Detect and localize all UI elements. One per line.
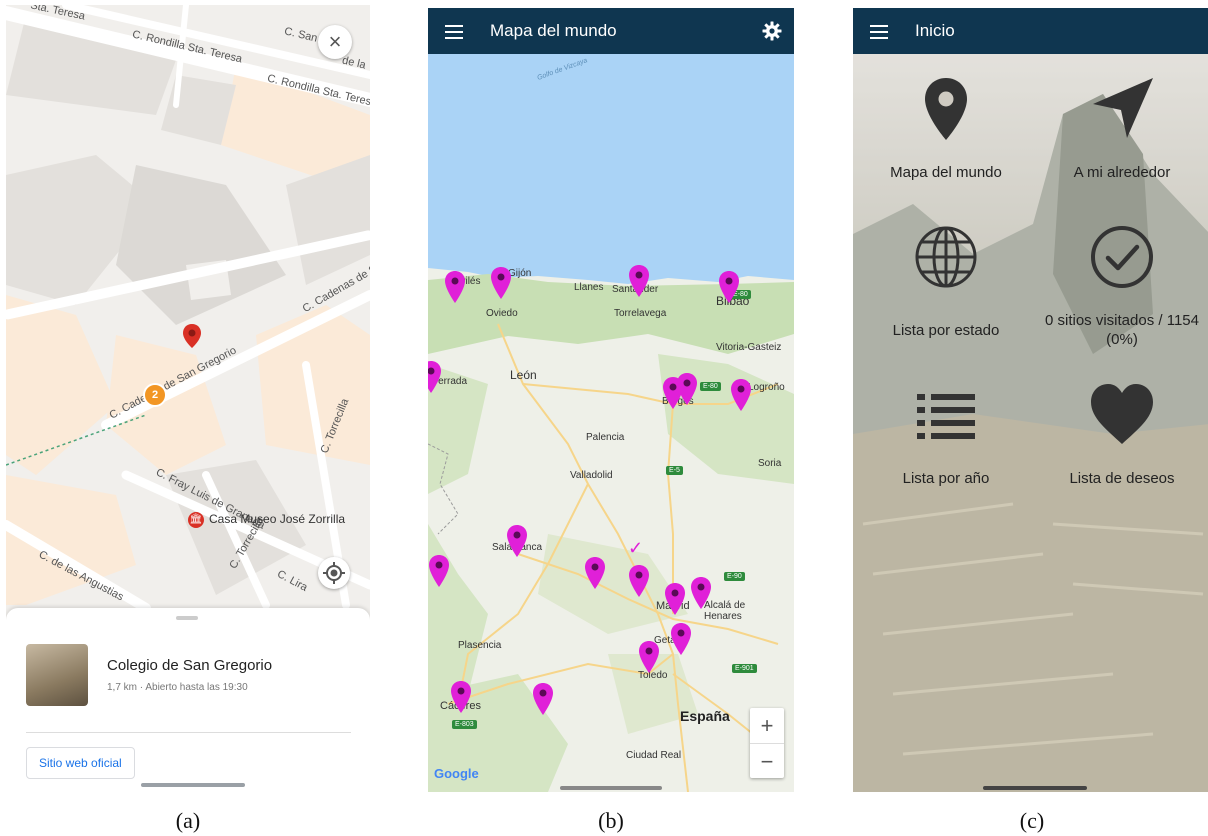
- zoom-out-button[interactable]: −: [750, 744, 784, 779]
- tile-label: A mi alrededor: [1073, 164, 1171, 181]
- place-details: 1,7 km · Abierto hasta las 19:30: [107, 682, 248, 693]
- zoom-controls: + −: [750, 708, 784, 778]
- tile-around-me[interactable]: A mi alrededor: [1033, 74, 1208, 182]
- my-location-button[interactable]: [318, 557, 350, 589]
- gear-icon[interactable]: [762, 21, 782, 41]
- sheet-drag-handle[interactable]: [176, 616, 198, 620]
- map-marker-icon[interactable]: [532, 682, 554, 716]
- tile-wishlist[interactable]: Lista de deseos: [1033, 380, 1208, 488]
- city-label: Palencia: [586, 432, 625, 443]
- map-marker-icon[interactable]: [690, 576, 712, 610]
- world-map-screen: Golfo de Vizcaya Avilés Gijón Llanes San…: [428, 8, 794, 792]
- map-marker-icon[interactable]: [444, 270, 466, 304]
- globe-icon: [915, 226, 977, 288]
- map-marker-icon[interactable]: [584, 556, 606, 590]
- city-label: Torrelavega: [614, 308, 667, 319]
- caption-c: (c): [1019, 808, 1045, 833]
- road-shield: E-90: [724, 572, 745, 581]
- place-thumbnail[interactable]: [26, 644, 88, 706]
- road-shield: E-901: [732, 664, 757, 673]
- map-marker-icon[interactable]: [670, 622, 692, 656]
- poi-label[interactable]: Casa Museo José Zorrilla: [209, 512, 345, 526]
- map-marker-icon[interactable]: [490, 266, 512, 300]
- place-bottom-sheet[interactable]: Colegio de San Gregorio 1,7 km · Abierto…: [6, 608, 370, 792]
- city-label: Plasencia: [458, 640, 502, 651]
- museum-icon[interactable]: 🏛: [188, 512, 204, 528]
- tile-visited-count[interactable]: 0 sitios visitados / 1154 (0%): [1033, 222, 1208, 349]
- map-canvas[interactable]: [428, 54, 794, 792]
- list-icon: [917, 394, 975, 439]
- tile-world-map[interactable]: Mapa del mundo: [857, 74, 1035, 182]
- official-website-button[interactable]: Sitio web oficial: [26, 747, 135, 779]
- country-label: España: [680, 708, 730, 724]
- menu-icon[interactable]: [445, 25, 463, 43]
- menu-icon[interactable]: [870, 25, 888, 43]
- map-marker-icon[interactable]: [676, 372, 698, 406]
- app-bar: Mapa del mundo: [428, 8, 794, 54]
- map-pin-icon: [925, 78, 967, 140]
- close-button[interactable]: ×: [318, 25, 352, 59]
- map-marker-icon[interactable]: [428, 554, 450, 588]
- tile-label: Lista por estado: [892, 322, 1000, 339]
- city-label: Valladolid: [570, 470, 613, 481]
- tile-label: Lista por año: [902, 470, 990, 487]
- map-marker-icon[interactable]: [506, 524, 528, 558]
- place-map-screen: Sta. Teresa C. Rondilla Sta. Teresa C. R…: [6, 5, 370, 792]
- cluster-badge[interactable]: 2: [143, 383, 167, 407]
- app-bar-title: Inicio: [915, 21, 955, 40]
- map-marker-icon[interactable]: [428, 360, 442, 394]
- map-marker-icon[interactable]: [628, 264, 650, 298]
- city-label: León: [510, 368, 537, 382]
- road-shield: E-803: [452, 720, 477, 729]
- tile-label: Lista de deseos: [1069, 470, 1175, 487]
- map-marker-icon[interactable]: [638, 640, 660, 674]
- caption-a: (a): [175, 808, 201, 833]
- gesture-bar[interactable]: [141, 783, 245, 787]
- close-icon: ×: [328, 29, 342, 54]
- tile-label: Mapa del mundo: [890, 164, 1002, 181]
- map-marker-icon[interactable]: [628, 564, 650, 598]
- city-label: Vitoria-Gasteiz: [716, 342, 782, 353]
- gesture-bar[interactable]: [560, 786, 662, 790]
- map-marker-icon[interactable]: [664, 582, 686, 616]
- road-shield: E-5: [666, 466, 683, 475]
- app-bar: Inicio: [853, 8, 1208, 54]
- place-name: Colegio de San Gregorio: [107, 657, 273, 674]
- visited-check-icon[interactable]: ✓: [628, 538, 643, 559]
- google-attribution: Google: [434, 766, 479, 781]
- app-bar-title: Mapa del mundo: [490, 21, 617, 40]
- navigation-arrow-icon: [1093, 78, 1153, 138]
- map-pin-icon[interactable]: [182, 323, 202, 349]
- home-screen: Inicio Mapa del mundo A mi alrededor Lis…: [853, 8, 1208, 792]
- heart-icon: [1091, 384, 1153, 444]
- tile-label: 0 sitios visitados / 1154 (0%): [1045, 312, 1199, 348]
- tile-list-by-year[interactable]: Lista por año: [857, 380, 1035, 488]
- city-label: Llanes: [574, 282, 604, 293]
- road-shield: E-80: [700, 382, 721, 391]
- city-label: Oviedo: [486, 308, 518, 319]
- map-marker-icon[interactable]: [718, 270, 740, 304]
- caption-b: (b): [598, 808, 624, 833]
- gesture-bar[interactable]: [983, 786, 1087, 790]
- divider: [26, 732, 351, 733]
- tile-list-by-state[interactable]: Lista por estado: [857, 222, 1035, 340]
- city-label: Logroño: [748, 382, 785, 393]
- check-circle-icon: [1091, 226, 1153, 288]
- city-label: Soria: [758, 458, 782, 469]
- my-location-icon: [323, 562, 345, 584]
- map-marker-icon[interactable]: [730, 378, 752, 412]
- zoom-in-button[interactable]: +: [750, 708, 784, 744]
- map-marker-icon[interactable]: [450, 680, 472, 714]
- city-label: Ciudad Real: [626, 750, 682, 761]
